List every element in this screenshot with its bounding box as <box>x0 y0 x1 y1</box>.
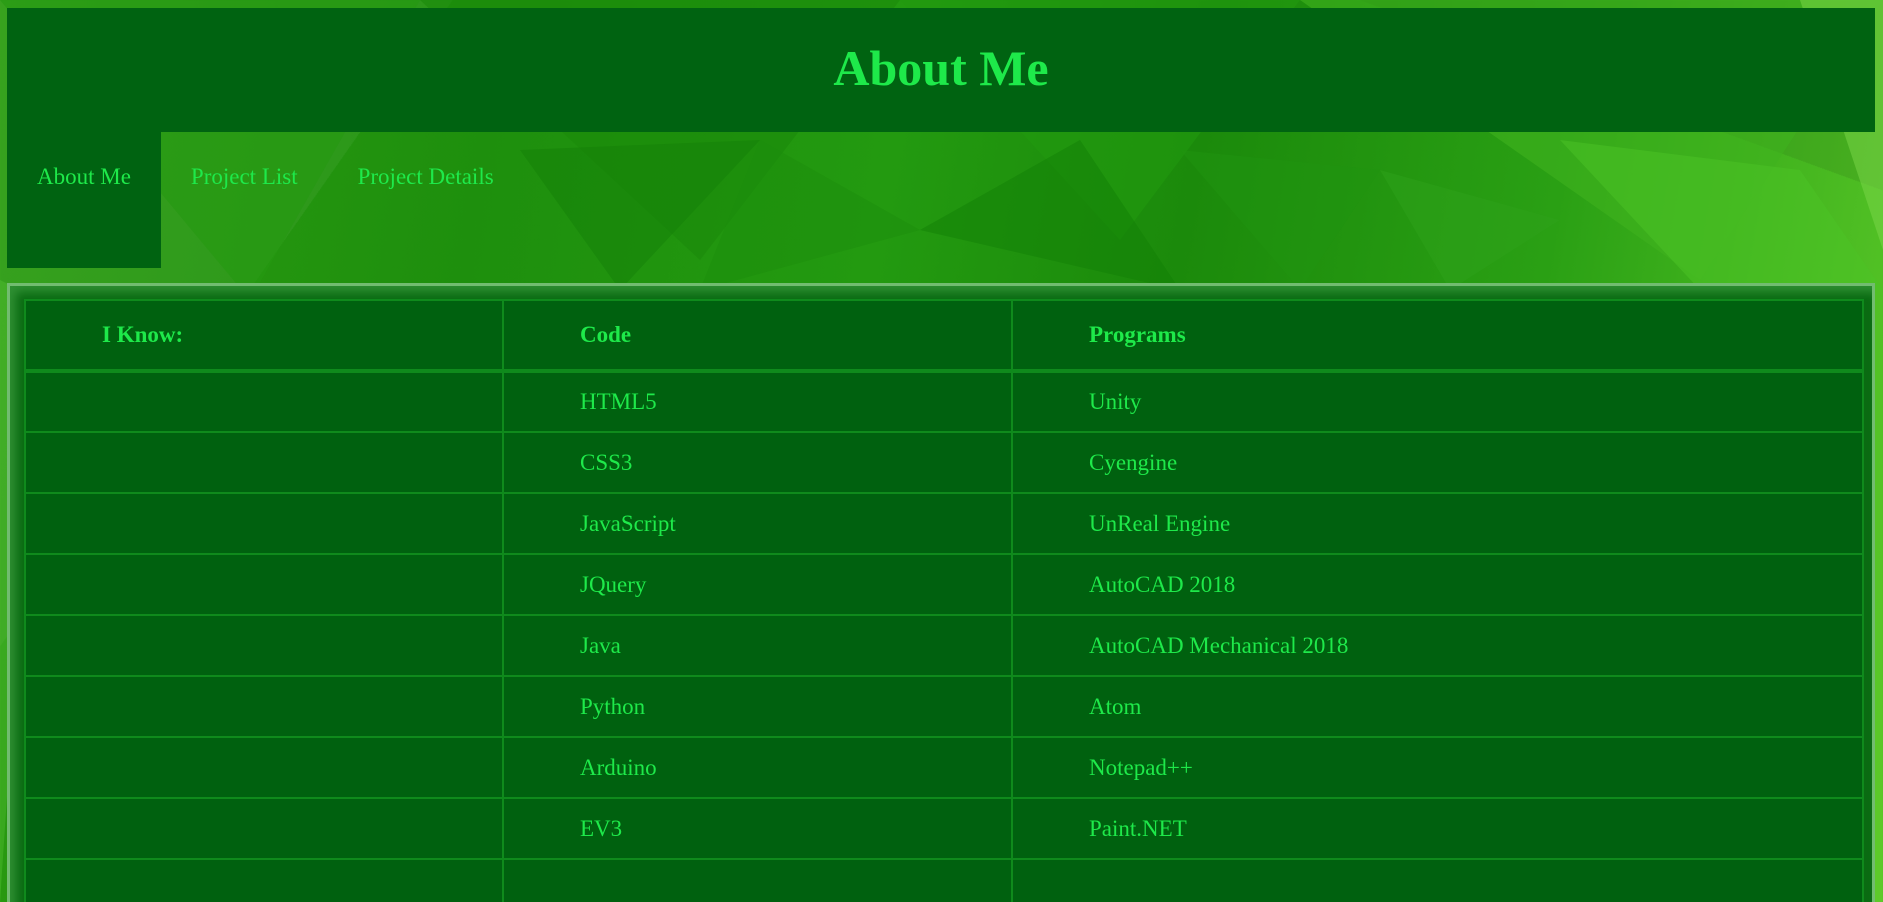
table-cell: Arduino <box>502 736 1013 799</box>
table-row: EV3 Paint.NET <box>24 797 1864 860</box>
table-cell: Cyengine <box>1011 431 1864 494</box>
table-row: JQuery AutoCAD 2018 <box>24 553 1864 616</box>
table-cell: CSS3 <box>502 431 1013 494</box>
table-cell <box>24 675 504 738</box>
nav-item-about-me[interactable]: About Me <box>7 132 161 268</box>
main-nav: About Me Project List Project Details <box>7 132 524 268</box>
table-row: JavaScript UnReal Engine <box>24 492 1864 555</box>
table-cell: Notepad++ <box>1011 736 1864 799</box>
skills-table: I Know: Code Programs HTML5 Unity CSS3 C… <box>24 299 1864 902</box>
table-cell <box>24 431 504 494</box>
page-title: About Me <box>833 40 1049 96</box>
column-header-i-know: I Know: <box>24 299 504 373</box>
table-row: CSS3 Cyengine <box>24 431 1864 494</box>
table-cell: Unity <box>1011 370 1864 433</box>
table-cell <box>502 858 1013 902</box>
table-cell: AutoCAD Mechanical 2018 <box>1011 614 1864 677</box>
table-cell: EV3 <box>502 797 1013 860</box>
table-row: Python Atom <box>24 675 1864 738</box>
page-header: About Me <box>7 8 1875 132</box>
table-cell <box>24 797 504 860</box>
table-row: Arduino Notepad++ <box>24 736 1864 799</box>
table-cell <box>24 858 504 902</box>
table-cell <box>24 553 504 616</box>
table-cell <box>24 370 504 433</box>
nav-item-project-details[interactable]: Project Details <box>328 132 524 268</box>
table-cell <box>24 614 504 677</box>
table-cell: AutoCAD 2018 <box>1011 553 1864 616</box>
content-panel: I Know: Code Programs HTML5 Unity CSS3 C… <box>7 283 1875 902</box>
nav-item-project-list[interactable]: Project List <box>161 132 328 268</box>
table-cell: Python <box>502 675 1013 738</box>
table-cell: HTML5 <box>502 370 1013 433</box>
table-header-row: I Know: Code Programs <box>24 299 1864 373</box>
table-row: HTML5 Unity <box>24 370 1864 433</box>
table-cell <box>24 736 504 799</box>
table-cell: JavaScript <box>502 492 1013 555</box>
table-row: Java AutoCAD Mechanical 2018 <box>24 614 1864 677</box>
column-header-code: Code <box>502 299 1013 373</box>
table-cell: Atom <box>1011 675 1864 738</box>
table-cell <box>24 492 504 555</box>
table-cell: Paint.NET <box>1011 797 1864 860</box>
table-cell: JQuery <box>502 553 1013 616</box>
table-cell <box>1011 858 1864 902</box>
column-header-programs: Programs <box>1011 299 1864 373</box>
table-row <box>24 858 1864 902</box>
table-cell: UnReal Engine <box>1011 492 1864 555</box>
table-cell: Java <box>502 614 1013 677</box>
